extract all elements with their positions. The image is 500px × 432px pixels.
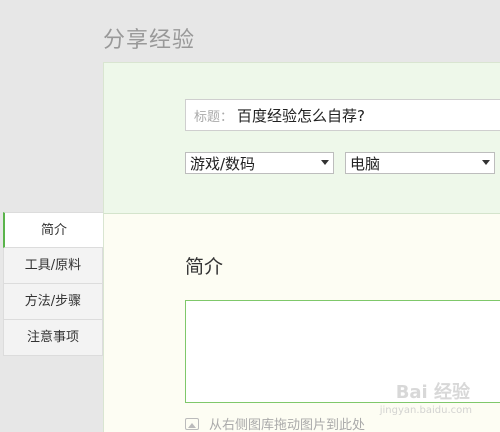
tab-intro[interactable]: 简介 bbox=[3, 212, 103, 248]
title-input[interactable]: 标题： 百度经验怎么自荐? bbox=[185, 99, 500, 131]
editor-card: 标题： 百度经验怎么自荐? 游戏/数码 电脑 简介 从右侧图库拖动图片到此处 bbox=[103, 62, 500, 432]
tab-notes[interactable]: 注意事项 bbox=[3, 320, 103, 356]
side-tab-list: 简介 工具/原料 方法/步骤 注意事项 bbox=[3, 212, 103, 356]
category-primary-value: 游戏/数码 bbox=[190, 154, 256, 173]
tab-tools[interactable]: 工具/原料 bbox=[3, 248, 103, 284]
dropdown-arrow-icon bbox=[321, 160, 329, 165]
watermark-url: jingyan.baidu.com bbox=[379, 405, 472, 416]
title-value: 百度经验怎么自荐? bbox=[237, 106, 365, 125]
image-hint-text: 从右侧图库拖动图片到此处 bbox=[209, 418, 366, 432]
section-heading: 简介 bbox=[185, 256, 224, 278]
title-label: 标题： bbox=[194, 109, 234, 125]
category-select-primary[interactable]: 游戏/数码 bbox=[185, 152, 334, 174]
image-icon bbox=[185, 417, 199, 430]
page-title: 分享经验 bbox=[103, 28, 196, 53]
category-secondary-value: 电脑 bbox=[350, 154, 381, 173]
category-select-secondary[interactable]: 电脑 bbox=[345, 152, 495, 174]
tab-steps[interactable]: 方法/步骤 bbox=[3, 284, 103, 320]
dropdown-arrow-icon bbox=[482, 160, 490, 165]
watermark: Bai 经验 bbox=[395, 382, 470, 403]
image-drop-hint: 从右侧图库拖动图片到此处 bbox=[185, 414, 365, 432]
header-panel: 标题： 百度经验怎么自荐? 游戏/数码 电脑 bbox=[104, 63, 500, 214]
